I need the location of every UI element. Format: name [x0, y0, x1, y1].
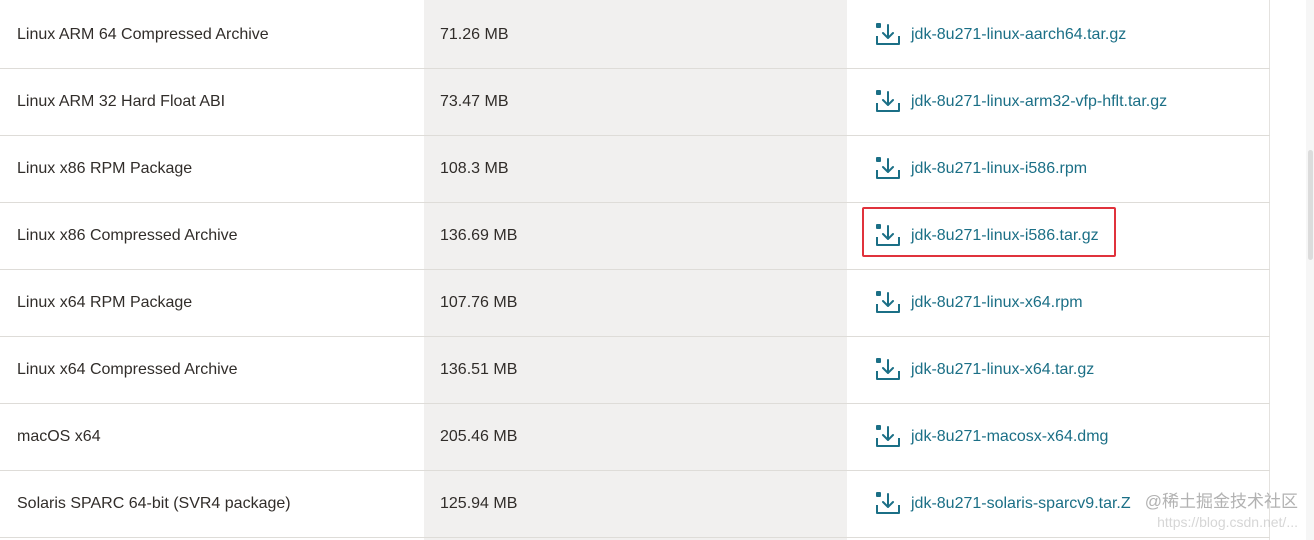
download-link[interactable]: jdk-8u271-solaris-sparcv9.tar.Z	[874, 491, 1131, 517]
download-icon	[876, 23, 900, 45]
download-filename: jdk-8u271-macosx-x64.dmg	[911, 428, 1109, 445]
download-cell: jdk-8u271-linux-i586.rpm	[874, 136, 1264, 202]
download-link[interactable]: jdk-8u271-linux-i586.rpm	[874, 156, 1087, 182]
download-link[interactable]: jdk-8u271-linux-x64.tar.gz	[874, 357, 1094, 383]
download-icon	[876, 224, 900, 246]
download-filename: jdk-8u271-linux-arm32-vfp-hflt.tar.gz	[911, 93, 1168, 110]
download-filename: jdk-8u271-linux-i586.tar.gz	[911, 227, 1099, 244]
file-size: 71.26 MB	[440, 26, 509, 43]
download-icon	[876, 157, 900, 179]
product-name: Linux ARM 32 Hard Float ABI	[17, 93, 226, 110]
file-size: 205.46 MB	[440, 428, 518, 445]
download-filename: jdk-8u271-linux-x64.rpm	[911, 294, 1083, 311]
download-icon	[876, 90, 900, 112]
table-row: Linux x64 Compressed Archive 136.51 MB j…	[0, 337, 1270, 404]
file-size: 136.51 MB	[440, 361, 518, 378]
download-icon	[876, 358, 900, 380]
file-size: 73.47 MB	[440, 93, 509, 110]
file-size: 108.3 MB	[440, 160, 509, 177]
table-row: Linux x64 RPM Package 107.76 MB jdk-8u27…	[0, 270, 1270, 337]
product-name: Linux x86 RPM Package	[17, 160, 193, 177]
product-name: Linux ARM 64 Compressed Archive	[17, 26, 269, 43]
file-size: 136.69 MB	[440, 227, 518, 244]
download-filename: jdk-8u271-linux-aarch64.tar.gz	[911, 26, 1127, 43]
download-filename: jdk-8u271-linux-x64.tar.gz	[911, 361, 1095, 378]
download-cell: jdk-8u271-linux-x64.tar.gz	[874, 337, 1264, 403]
table-row: Linux ARM 32 Hard Float ABI 73.47 MB jdk…	[0, 69, 1270, 136]
download-link[interactable]: jdk-8u271-linux-x64.rpm	[874, 290, 1083, 316]
table-row: Linux x86 RPM Package 108.3 MB jdk-8u271…	[0, 136, 1270, 203]
table-row: Linux ARM 64 Compressed Archive 71.26 MB…	[0, 2, 1270, 69]
product-name: Linux x64 RPM Package	[17, 294, 193, 311]
file-size: 107.76 MB	[440, 294, 518, 311]
download-filename: jdk-8u271-linux-i586.rpm	[911, 160, 1088, 177]
product-name: Linux x86 Compressed Archive	[17, 227, 238, 244]
table-row: Linux x86 Compressed Archive 136.69 MB j…	[0, 203, 1270, 270]
download-page: Linux ARM 64 Compressed Archive 71.26 MB…	[0, 0, 1314, 540]
download-link[interactable]: jdk-8u271-linux-arm32-vfp-hflt.tar.gz	[874, 89, 1167, 115]
table-row: Solaris SPARC 64-bit (SVR4 package) 125.…	[0, 471, 1270, 538]
download-link[interactable]: jdk-8u271-linux-aarch64.tar.gz	[874, 22, 1126, 48]
download-cell: jdk-8u271-linux-aarch64.tar.gz	[874, 2, 1264, 68]
downloads-table: Linux ARM 64 Compressed Archive 71.26 MB…	[0, 0, 1270, 540]
table-row: macOS x64 205.46 MB jdk-8u271-macosx-x64…	[0, 404, 1270, 471]
watermark-main: @稀土掘金技术社区	[1144, 492, 1298, 511]
watermark: @稀土掘金技术社区 https://blog.csdn.net/...	[1145, 492, 1298, 532]
vertical-scrollbar[interactable]	[1306, 0, 1314, 540]
product-name: macOS x64	[17, 428, 101, 445]
download-icon	[876, 291, 900, 313]
download-cell: jdk-8u271-linux-i586.tar.gz	[874, 203, 1264, 269]
download-icon	[876, 425, 900, 447]
download-link[interactable]: jdk-8u271-macosx-x64.dmg	[874, 424, 1108, 450]
download-cell: jdk-8u271-macosx-x64.dmg	[874, 404, 1264, 470]
download-icon	[876, 492, 900, 514]
download-cell: jdk-8u271-linux-arm32-vfp-hflt.tar.gz	[874, 69, 1264, 135]
product-name: Linux x64 Compressed Archive	[17, 361, 238, 378]
download-cell: jdk-8u271-linux-x64.rpm	[874, 270, 1264, 336]
product-name: Solaris SPARC 64-bit (SVR4 package)	[17, 495, 291, 512]
download-filename: jdk-8u271-solaris-sparcv9.tar.Z	[911, 495, 1131, 512]
watermark-sub: https://blog.csdn.net/...	[1157, 514, 1298, 530]
download-link[interactable]: jdk-8u271-linux-i586.tar.gz	[874, 223, 1099, 249]
file-size: 125.94 MB	[440, 495, 518, 512]
scrollbar-thumb[interactable]	[1308, 150, 1313, 260]
